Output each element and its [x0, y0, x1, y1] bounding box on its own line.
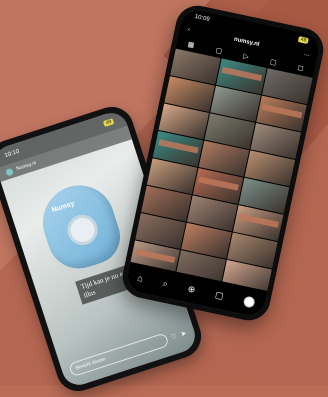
product-dial — [63, 211, 102, 249]
post-overlay — [238, 213, 279, 228]
more-icon[interactable]: ⋯ — [303, 51, 310, 59]
tag-icon[interactable]: ◻ — [297, 64, 304, 73]
product-image: Numsy — [33, 176, 128, 277]
avatar[interactable] — [5, 167, 14, 177]
post-overlay — [221, 66, 263, 82]
post-overlay — [198, 176, 239, 191]
play-icon[interactable]: ▷ — [243, 52, 250, 61]
heart-icon[interactable]: ♡ — [170, 332, 178, 342]
save-icon[interactable]: ▢ — [269, 58, 277, 67]
post-overlay — [261, 104, 303, 119]
post-overlay — [158, 139, 199, 154]
search-icon[interactable]: ⌕ — [162, 278, 169, 290]
account-name[interactable]: Numsy.nl — [16, 160, 37, 172]
battery-indicator: 48 — [298, 36, 309, 44]
status-time: 10:09 — [194, 14, 211, 23]
profile-icon[interactable] — [242, 294, 256, 308]
status-time: 10:10 — [4, 148, 21, 160]
battery-indicator: 49 — [103, 118, 115, 127]
save-icon[interactable]: ▢ — [215, 46, 223, 55]
home-icon[interactable]: ⌂ — [136, 273, 143, 284]
product-label: Numsy — [51, 200, 76, 215]
post-overlay — [135, 248, 176, 264]
send-icon[interactable]: ➤ — [180, 329, 188, 338]
add-icon[interactable]: ⊕ — [187, 283, 196, 295]
grid-icon[interactable]: ▦ — [187, 40, 195, 49]
shop-icon[interactable]: ▢ — [214, 289, 224, 302]
